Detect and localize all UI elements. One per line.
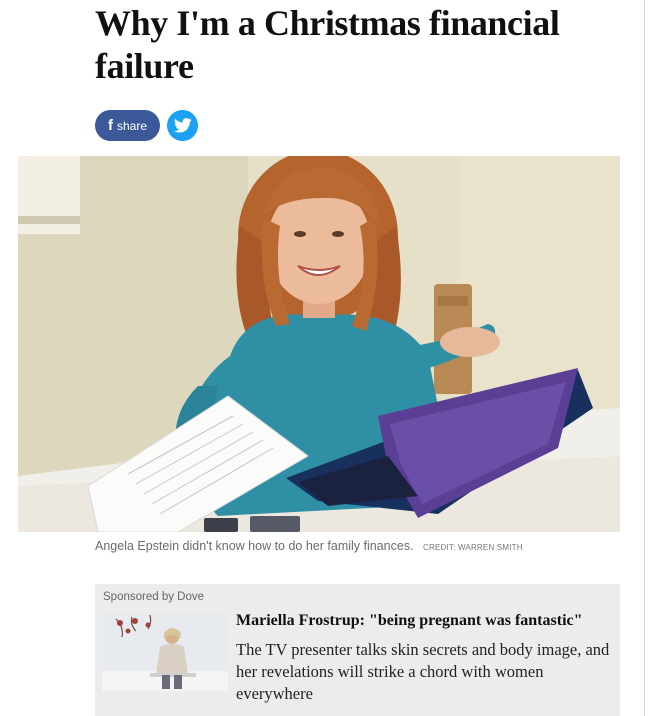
facebook-share-button[interactable]: f share	[95, 110, 160, 141]
promo-headline[interactable]: Mariella Frostrup: "being pregnant was f…	[236, 612, 616, 630]
article-headline: Why I'm a Christmas financial failure	[95, 3, 560, 86]
page-edge-rule	[644, 0, 645, 716]
photo-credit: CREDIT: WARREN SMITH	[423, 543, 523, 552]
promo-thumbnail[interactable]	[102, 613, 228, 691]
sponsored-promo: Sponsored by Dove Mariella Frostrup: "be…	[95, 584, 620, 716]
promo-standfirst: The TV presenter talks skin secrets and …	[236, 640, 610, 703]
twitter-share-button[interactable]	[167, 110, 198, 141]
facebook-icon: f	[107, 117, 113, 134]
caption-text: Angela Epstein didn't know how to do her…	[95, 539, 414, 553]
image-caption: Angela Epstein didn't know how to do her…	[95, 539, 523, 553]
article-hero-image	[18, 156, 620, 532]
sponsor-label: Sponsored by Dove	[103, 591, 205, 603]
facebook-share-label: share	[116, 118, 148, 133]
twitter-bird-icon	[173, 118, 192, 133]
